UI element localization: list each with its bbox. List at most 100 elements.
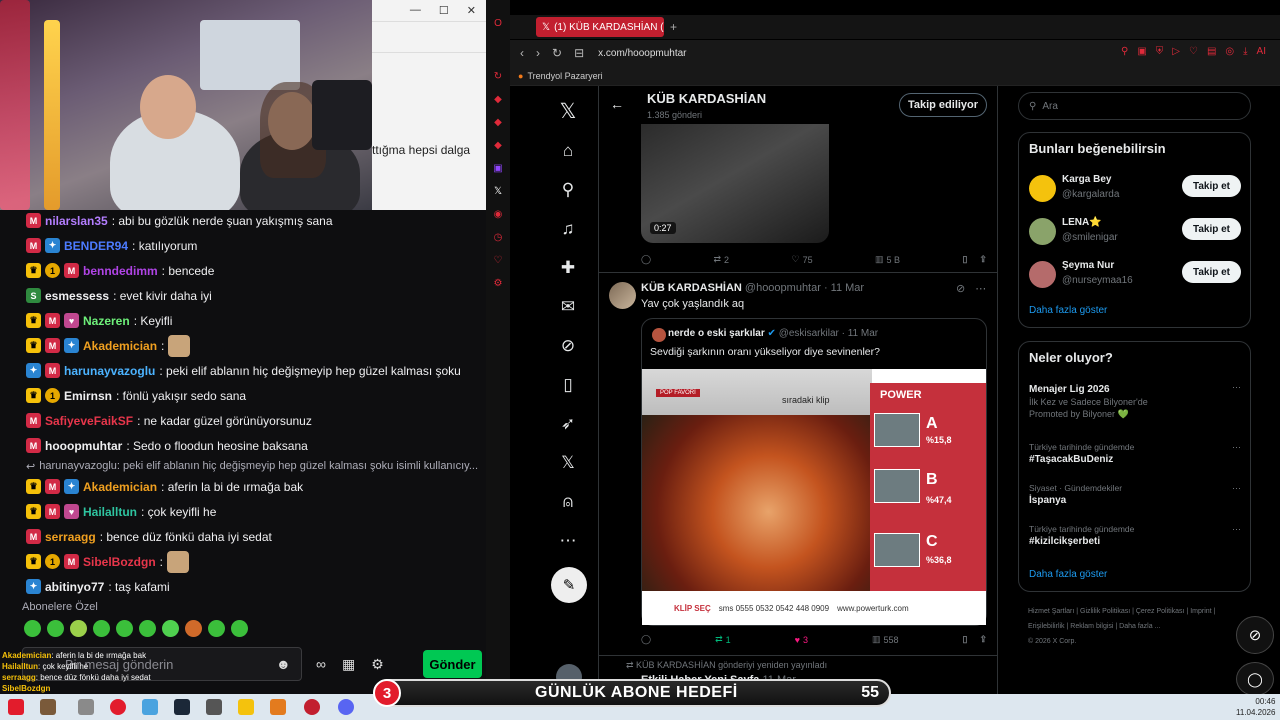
trend-item[interactable]: Türkiye tarihinde gündemde #TaşacakBuDen… — [1029, 442, 1241, 465]
footer-link-list[interactable]: Hizmet Şartları | Gizlilik Politikası | … — [1028, 604, 1233, 634]
steam-icon[interactable] — [174, 699, 190, 715]
trend-item[interactable]: Siyaset · Gündemdekiler İspanya ⋯ — [1029, 483, 1241, 506]
like-button[interactable]: ♥ 3 — [795, 634, 808, 645]
messages-icon[interactable]: ✉ — [548, 287, 588, 326]
sidebar-icon[interactable]: ♡ — [494, 255, 503, 267]
shield-icon[interactable]: ⛨ — [1156, 46, 1164, 57]
close-icon[interactable]: ✕ — [467, 4, 476, 17]
emote-button[interactable] — [93, 620, 110, 637]
retweet-button[interactable]: ⇄ 1 — [715, 634, 731, 645]
more-icon[interactable]: ⋯ — [1232, 382, 1241, 393]
bookmark-icon[interactable]: ▯ — [548, 365, 588, 404]
grok-icon[interactable]: ⊘ — [956, 282, 965, 295]
show-more-link[interactable]: Daha fazla göster — [1029, 569, 1107, 580]
bell-icon[interactable]: ♫ — [548, 209, 588, 248]
chat-username[interactable]: serraagg — [45, 530, 96, 544]
sidebar-icon[interactable]: ◆ — [494, 117, 502, 129]
chat-username[interactable]: SafiyeveFaikSF — [45, 414, 133, 428]
x-icon[interactable]: 𝕏 — [494, 186, 502, 198]
settings-icon[interactable]: ⚙ — [494, 278, 503, 290]
bookmark-icon[interactable]: ▯ — [962, 254, 967, 265]
sidebar-icon[interactable]: ◉ — [494, 209, 503, 221]
taskbar-app-icon[interactable] — [142, 699, 158, 715]
more-icon[interactable]: ⋯ — [1232, 442, 1241, 453]
taskbar-app-icon[interactable] — [78, 699, 94, 715]
chat-username[interactable]: Hailalltun — [83, 505, 137, 519]
messages-button[interactable]: ◯ — [1236, 662, 1274, 696]
taskbar-app-icon[interactable] — [270, 699, 286, 715]
show-more-link[interactable]: Daha fazla göster — [1029, 305, 1107, 316]
opera-icon[interactable] — [110, 699, 126, 715]
download-icon[interactable]: ⤓ — [1243, 46, 1247, 57]
chat-username[interactable]: esmessess — [45, 289, 109, 303]
reload-icon[interactable]: ↻ — [552, 46, 562, 60]
play-icon[interactable]: ▷ — [1172, 46, 1180, 57]
emote-button[interactable] — [208, 620, 225, 637]
tweet-author[interactable]: KÜB KARDASHİAN — [641, 282, 742, 294]
emote-button[interactable] — [231, 620, 248, 637]
back-icon[interactable]: ‹ — [520, 46, 524, 60]
suggested-user[interactable]: LENA⭐ @smilenigar Takip et — [1029, 214, 1241, 250]
share-icon[interactable]: ⇪ — [979, 254, 987, 265]
follow-button[interactable]: Takip et — [1182, 175, 1241, 197]
premium-x-icon[interactable]: 𝕏 — [548, 443, 588, 482]
retweet-button[interactable]: ⇄ 2 — [714, 254, 730, 265]
folder-icon[interactable] — [238, 699, 254, 715]
tab-active[interactable]: 𝕏 (1) KÜB KARDASHİAN (@ho — [536, 17, 664, 37]
trend-item[interactable]: Menajer Lig 2026 İlk Kez ve Sadece Bilyo… — [1029, 382, 1241, 420]
bookmark-icon[interactable]: ▯ — [962, 634, 967, 645]
search-input[interactable]: ⚲ Ara — [1018, 92, 1251, 120]
avatar[interactable] — [609, 282, 636, 309]
grok-icon[interactable]: ⊘ — [548, 326, 588, 365]
rocket-icon[interactable]: ➶ — [548, 404, 588, 443]
twitch-icon[interactable]: ▣ — [493, 163, 502, 175]
emote-button[interactable] — [116, 620, 133, 637]
following-button[interactable]: Takip ediliyor — [899, 93, 987, 117]
taskbar-app-icon[interactable] — [8, 699, 24, 715]
emote-button[interactable] — [162, 620, 179, 637]
maximize-icon[interactable]: ☐ — [439, 4, 449, 17]
home-icon[interactable]: ⌂ — [548, 131, 588, 170]
url-field[interactable]: x.com/hooopmuhtar — [598, 48, 686, 59]
quote-image[interactable]: POP FAVORİ sıradaki klip POWER A %15,8 B… — [642, 369, 986, 625]
chat-reply-preview[interactable]: ↩ harunayvazoglu: peki elif ablanın hiç d… — [26, 458, 478, 474]
wallet-icon[interactable]: ▤ — [1207, 46, 1216, 57]
trend-item[interactable]: Türkiye tarihinde gündemde #kizilcikşerb… — [1029, 524, 1241, 547]
taskbar-app-icon[interactable] — [40, 699, 56, 715]
chat-username[interactable]: benndedimm — [83, 264, 158, 278]
follow-button[interactable]: Takip et — [1182, 218, 1241, 240]
suggested-user[interactable]: Şeyma Nur @nurseymaa16 Takip et — [1029, 257, 1241, 293]
like-button[interactable]: ♡ 75 — [791, 254, 812, 265]
gear-icon[interactable]: ⚙ — [371, 656, 384, 673]
sidebar-icon[interactable]: ↻ — [494, 71, 502, 83]
reply-icon[interactable]: ◯ — [641, 254, 651, 265]
discord-icon[interactable] — [338, 699, 354, 715]
emote-button[interactable] — [70, 620, 87, 637]
compose-post-button[interactable]: ✎ — [551, 567, 587, 603]
emote-button[interactable] — [24, 620, 41, 637]
more-icon[interactable]: ⋯ — [1232, 524, 1241, 535]
emote-button[interactable] — [185, 620, 202, 637]
emoji-icon[interactable]: ☻ — [276, 656, 291, 672]
x-logo-icon[interactable]: 𝕏 — [548, 92, 588, 131]
more-icon[interactable]: ⋯ — [548, 521, 588, 560]
chat-username[interactable]: nilarslan35 — [45, 214, 108, 228]
chat-username[interactable]: Nazeren — [83, 314, 130, 328]
new-tab-button[interactable]: + — [670, 20, 677, 34]
profile-icon[interactable]: ◎ — [1225, 46, 1234, 57]
chat-username[interactable]: hooopmuhtar — [45, 439, 122, 453]
back-arrow-icon[interactable]: ← — [610, 96, 624, 112]
snapshot-icon[interactable]: ▣ — [1137, 46, 1146, 57]
reply-icon[interactable]: ◯ — [641, 634, 651, 645]
aria-icon[interactable]: AI — [1257, 46, 1266, 57]
history-icon[interactable]: ◷ — [494, 232, 503, 244]
chat-username[interactable]: Akademician — [83, 339, 157, 353]
suggested-user[interactable]: Karga Bey @kargalarda Takip et — [1029, 171, 1241, 207]
emote-button[interactable] — [47, 620, 64, 637]
forward-icon[interactable]: › — [536, 46, 540, 60]
chat-username[interactable]: harunayvazoglu — [64, 364, 155, 378]
chat-username[interactable]: Emirnsn — [64, 389, 112, 403]
site-info-icon[interactable]: ⊟ — [574, 46, 584, 60]
sidebar-icon[interactable]: ◆ — [494, 94, 502, 106]
profile-icon[interactable]: ⍝ — [548, 482, 588, 521]
